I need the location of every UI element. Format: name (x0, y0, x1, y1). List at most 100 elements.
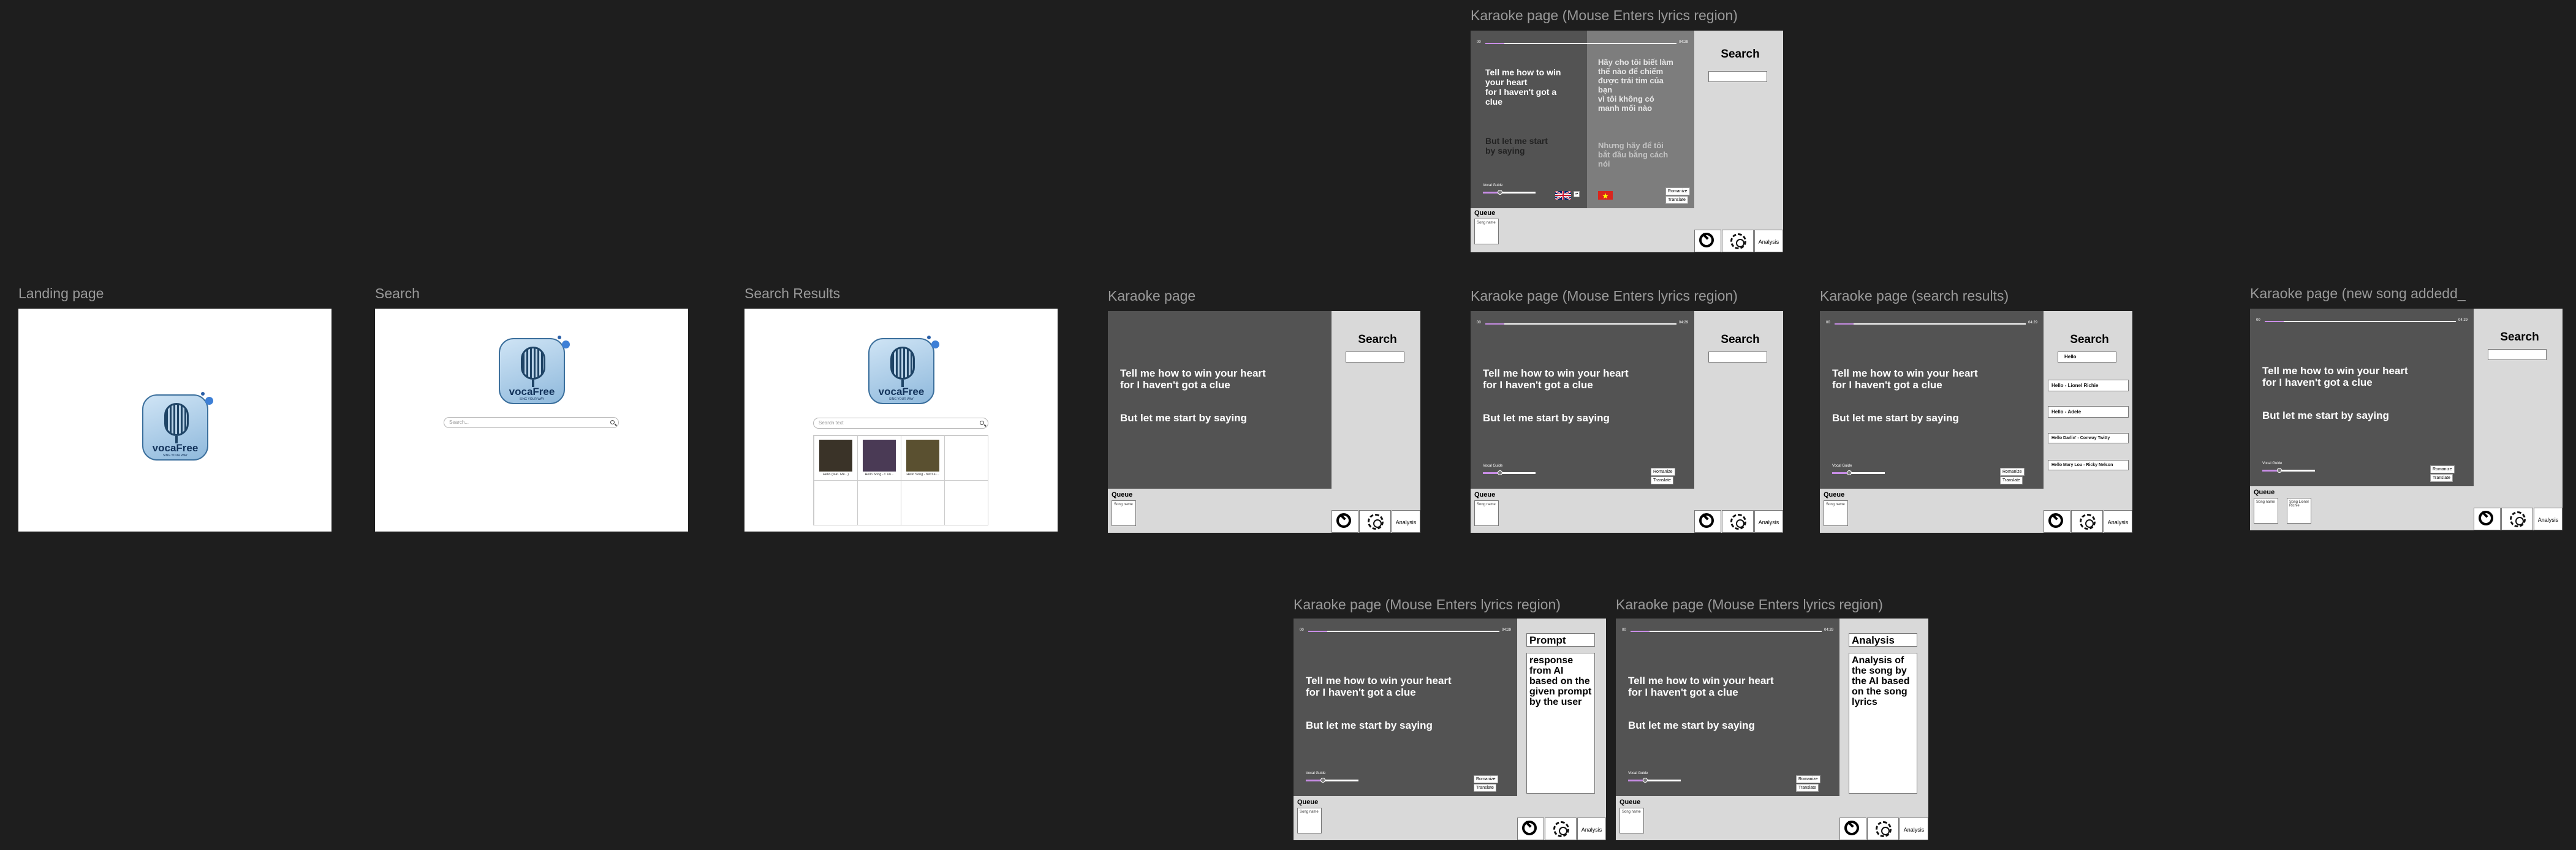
search-icon (1699, 233, 1714, 247)
vocal-guide-label: Vocal Guide (2262, 462, 2282, 465)
lyrics-region[interactable]: Tell me how to win your heart for I have… (1108, 311, 1332, 489)
vocal-guide-slider[interactable] (1628, 778, 1681, 783)
vocal-guide-slider[interactable] (1483, 190, 1536, 195)
logo-wordmark: vocaFree (878, 386, 925, 397)
progress-bar[interactable] (1835, 323, 2026, 325)
lyrics-region[interactable]: 00 04:29 Tell me how to win your heart f… (1616, 619, 1839, 796)
queue-label: Queue (2254, 489, 2275, 496)
logo-dot-decoration-small (558, 336, 561, 339)
search-icon (1844, 821, 1859, 835)
analysis-button[interactable]: Analysis (1754, 230, 1783, 252)
vocafree-logo[interactable]: vocaFree SING YOUR WAY (499, 338, 565, 404)
vocal-guide-slider[interactable] (1832, 470, 1885, 475)
queue-label: Queue (1824, 491, 1845, 498)
lyric-line: Tell me how to win your heart (1832, 367, 1978, 379)
search-input[interactable]: Hello (2058, 352, 2116, 363)
search-result-item[interactable]: Hello - Lionel Richie (2048, 380, 2129, 391)
lyrics-region[interactable]: 00 04:29 Tell me how to win your heart f… (1294, 619, 1517, 796)
search-button[interactable] (2044, 510, 2070, 533)
analysis-button[interactable]: Analysis (1392, 510, 1420, 533)
search-icon[interactable] (610, 420, 615, 424)
search-input[interactable]: Search... (444, 417, 619, 428)
translate-button[interactable]: Translate (1665, 196, 1688, 204)
lyrics-region-translated[interactable]: Hãy cho tôi biết làm thế nào để chiếm đư… (1485, 31, 1694, 208)
search-input[interactable]: Search text (813, 418, 988, 429)
queue-song-card[interactable]: Song name (1474, 500, 1499, 526)
progress-bar[interactable] (2265, 321, 2456, 322)
vocal-guide-slider[interactable] (2262, 468, 2315, 473)
lyrics-region[interactable]: 00 04:29 Tell me how to win your heart f… (1820, 311, 2044, 489)
analysis-button[interactable]: Analysis (1577, 818, 1606, 840)
vocal-guide-slider[interactable] (1306, 778, 1358, 783)
ai-settings-button[interactable] (1359, 510, 1391, 533)
vocal-guide-label: Vocal Guide (1306, 772, 1326, 775)
lyrics-region[interactable]: 00 04:29 Tell me how to win your heart f… (1471, 311, 1694, 489)
search-result-item[interactable]: Hello Darlin' - Conway Twitty (2048, 433, 2129, 443)
queue-label: Queue (1474, 491, 1496, 498)
romanize-button[interactable]: Romanize (1665, 187, 1690, 195)
search-button[interactable] (1517, 818, 1544, 840)
settings-gear-icon (1368, 514, 1384, 530)
queue-song-card[interactable]: Song name (1619, 808, 1644, 833)
search-input[interactable] (1708, 352, 1767, 363)
analysis-button[interactable]: Analysis (2104, 510, 2132, 533)
time-total: 04:29 (2458, 318, 2468, 322)
search-result-item[interactable]: Hello Mary Lou - Ricky Nelson (2048, 460, 2129, 470)
search-icon (2048, 513, 2063, 528)
translate-button[interactable]: Translate (1474, 784, 1496, 792)
result-card[interactable]: Hello Song - f. un... (857, 435, 901, 481)
uk-flag-icon[interactable] (1555, 191, 1571, 200)
settings-gear-icon (1876, 821, 1892, 837)
search-button[interactable] (1694, 230, 1721, 252)
queue-song-card[interactable]: Song name (1297, 808, 1322, 833)
translate-button[interactable]: Translate (1796, 784, 1819, 792)
search-input[interactable] (1346, 352, 1404, 363)
ai-settings-button[interactable] (1722, 510, 1754, 533)
translate-button[interactable]: Translate (1651, 476, 1673, 484)
result-card[interactable]: Hello Song - bet tuu... (901, 435, 945, 481)
progress-bar[interactable] (1485, 323, 1676, 325)
search-input[interactable] (2488, 349, 2547, 360)
prompt-input[interactable]: Prompt (1526, 633, 1595, 647)
search-button[interactable] (1694, 510, 1721, 533)
search-panel-title: Search (1721, 48, 1760, 61)
lyrics-region-original[interactable]: 00 Tell me how to win your heart for I h… (1471, 31, 1587, 208)
romanize-button[interactable]: Romanize (1651, 468, 1675, 476)
search-panel-title: Search (2500, 331, 2539, 344)
romanize-button[interactable]: Romanize (1474, 775, 1498, 783)
romanize-button[interactable]: Romanize (2000, 468, 2025, 476)
ai-settings-button[interactable] (1867, 818, 1899, 840)
search-icon[interactable] (980, 421, 984, 425)
analysis-button[interactable]: Analysis (1900, 818, 1928, 840)
ai-settings-button[interactable] (2071, 510, 2103, 533)
search-button[interactable] (1839, 818, 1866, 840)
swap-language-button[interactable]: ⇄ (1574, 191, 1580, 197)
vocal-guide-slider[interactable] (1483, 470, 1536, 475)
ai-settings-button[interactable] (1722, 230, 1754, 252)
queue-song-card[interactable]: Song name (1474, 219, 1499, 244)
lyrics-region[interactable]: 00 04:29 Tell me how to win your heart f… (2250, 309, 2474, 486)
queue-song-card[interactable]: Song name (2254, 498, 2278, 524)
search-button[interactable] (2474, 508, 2501, 530)
progress-bar[interactable] (1485, 43, 1676, 44)
search-input[interactable] (1708, 71, 1767, 82)
queue-song-card-new[interactable]: Song Lionel Richie (2287, 498, 2311, 524)
progress-bar[interactable] (1631, 631, 1822, 632)
ai-settings-button[interactable] (1545, 818, 1577, 840)
search-result-item[interactable]: Hello - Adele (2048, 406, 2129, 418)
translate-button[interactable]: Translate (2000, 476, 2023, 484)
romanize-button[interactable]: Romanize (1796, 775, 1820, 783)
analysis-button[interactable]: Analysis (1754, 510, 1783, 533)
search-button[interactable] (1332, 510, 1358, 533)
analysis-button[interactable]: Analysis (2534, 508, 2563, 530)
queue-song-card[interactable]: Song name (1824, 500, 1848, 526)
translate-button[interactable]: Translate (2430, 474, 2453, 482)
vietnam-flag-icon[interactable] (1598, 191, 1613, 200)
vocafree-logo[interactable]: vocaFree SING YOUR WAY (868, 338, 934, 404)
vocafree-logo[interactable]: vocaFree SING YOUR WAY (142, 394, 208, 461)
result-card[interactable]: Hello (feat. Me...) (814, 435, 858, 481)
ai-settings-button[interactable] (2501, 508, 2533, 530)
queue-song-card[interactable]: Song name (1112, 500, 1136, 526)
progress-bar[interactable] (1308, 631, 1499, 632)
romanize-button[interactable]: Romanize (2430, 465, 2455, 473)
